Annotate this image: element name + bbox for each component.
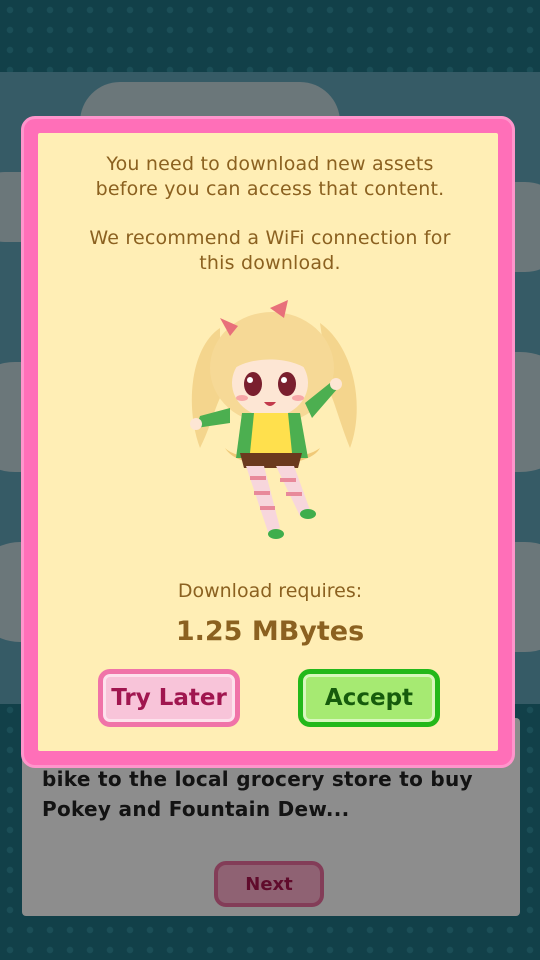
download-message: You need to download new assets before y…	[0, 152, 540, 202]
message-line: before you can access that content.	[95, 178, 445, 200]
download-requires-label: Download requires:	[177, 580, 363, 602]
accept-button[interactable]: Accept	[298, 669, 440, 727]
wifi-line: We recommend a WiFi connection for	[89, 227, 451, 249]
wifi-recommendation: We recommend a WiFi connection for this …	[0, 226, 540, 276]
try-later-button[interactable]: Try Later	[98, 669, 240, 727]
download-size: 1.25 MBytes	[175, 616, 365, 647]
message-line: You need to download new assets	[106, 153, 434, 175]
chibi-girl-illustration	[190, 300, 357, 539]
wifi-line: this download.	[199, 252, 341, 274]
